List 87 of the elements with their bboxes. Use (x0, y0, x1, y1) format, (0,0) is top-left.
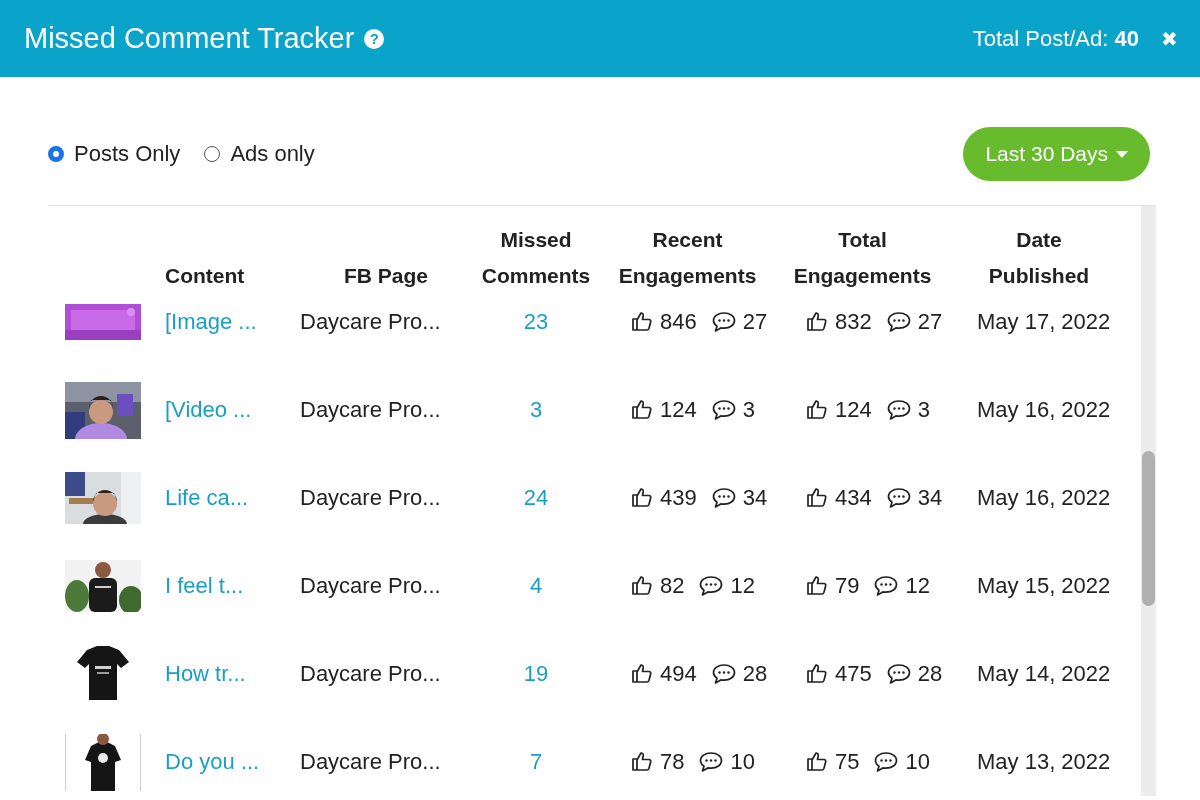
missed-count-link[interactable]: 19 (523, 661, 549, 687)
post-link[interactable]: I feel t... (165, 573, 244, 599)
like-count: 79 (835, 573, 860, 599)
comment-icon (710, 662, 737, 686)
thumbs-up-icon (805, 310, 829, 334)
comment-count: 34 (917, 485, 943, 511)
comment-icon (710, 310, 737, 334)
comment-icon (698, 750, 725, 774)
like-count: 78 (660, 749, 685, 775)
comment-icon (885, 486, 912, 510)
comment-count: 10 (905, 749, 930, 775)
page-name: Daycare Pro... (300, 309, 441, 335)
comment-count: 3 (742, 397, 755, 423)
like-count: 75 (835, 749, 860, 775)
thumbs-up-icon (805, 750, 829, 774)
column-header[interactable]: Content (165, 258, 245, 294)
comment-icon (710, 486, 737, 510)
post-link[interactable]: [Image ... (165, 309, 257, 335)
page-name: Daycare Pro... (300, 397, 441, 423)
column-header[interactable]: Date Published (964, 222, 1114, 294)
thumbs-up-icon (630, 662, 654, 686)
like-count: 475 (835, 661, 872, 687)
comment-count: 12 (905, 573, 930, 599)
missed-count-link[interactable]: 3 (529, 397, 543, 423)
thumbs-up-icon (630, 398, 654, 422)
page-name: Daycare Pro... (300, 749, 441, 775)
publish-date: May 16, 2022 (977, 397, 1111, 423)
post-link[interactable]: Do you ... (165, 749, 260, 775)
publish-date: May 17, 2022 (977, 309, 1111, 335)
like-count: 846 (660, 309, 697, 335)
publish-date: May 14, 2022 (977, 661, 1111, 687)
post-link[interactable]: [Video ... (165, 397, 252, 423)
publish-date: May 13, 2022 (977, 749, 1111, 775)
caret-icon (1116, 150, 1128, 158)
like-count: 494 (660, 661, 697, 687)
page-name: Daycare Pro... (300, 485, 441, 511)
missed-count-link[interactable]: 7 (529, 749, 543, 775)
page-name: Daycare Pro... (300, 661, 441, 687)
thumbs-up-icon (805, 398, 829, 422)
post-link[interactable]: Life ca... (165, 485, 249, 511)
comment-count: 28 (742, 661, 768, 687)
publish-date: May 15, 2022 (977, 573, 1111, 599)
like-count: 434 (835, 485, 872, 511)
thumbs-up-icon (630, 574, 654, 598)
close-icon[interactable]: ✖ (1161, 26, 1178, 51)
comment-count: 34 (742, 485, 768, 511)
like-count: 82 (660, 573, 685, 599)
column-header[interactable]: Missed Comments (472, 222, 600, 294)
comment-count: 27 (917, 309, 943, 335)
comment-icon (873, 574, 900, 598)
window-title: Missed Comment Tracker (24, 22, 355, 55)
post-link[interactable]: How tr... (165, 661, 246, 687)
like-count: 832 (835, 309, 872, 335)
thumbs-up-icon (805, 486, 829, 510)
thumbs-up-icon (630, 310, 654, 334)
comment-count: 10 (730, 749, 755, 775)
comment-count: 3 (917, 397, 930, 423)
column-header[interactable]: FB Page (344, 258, 428, 294)
comment-count: 28 (917, 661, 943, 687)
thumbs-up-icon (630, 486, 654, 510)
comment-icon (885, 662, 912, 686)
missed-count-link[interactable]: 23 (523, 309, 549, 335)
thumbs-up-icon (805, 662, 829, 686)
scrollbar-thumb[interactable] (1142, 451, 1155, 606)
column-header[interactable]: Total Engagements (787, 222, 938, 294)
like-count: 124 (835, 397, 872, 423)
filter-radio[interactable]: Ads only (204, 141, 315, 167)
total-count: Total Post/Ad: 40 (972, 25, 1139, 52)
comment-icon (885, 310, 912, 334)
like-count: 439 (660, 485, 697, 511)
date-range-dropdown[interactable]: Last 30 Days (963, 127, 1150, 181)
like-count: 124 (660, 397, 697, 423)
missed-count-link[interactable]: 24 (523, 485, 549, 511)
comment-icon (698, 574, 725, 598)
thumbs-up-icon (630, 750, 654, 774)
comment-count: 27 (742, 309, 768, 335)
comment-icon (885, 398, 912, 422)
help-icon[interactable]: ? (364, 28, 385, 49)
publish-date: May 16, 2022 (977, 485, 1111, 511)
thumbs-up-icon (805, 574, 829, 598)
comment-count: 12 (730, 573, 755, 599)
filter-radio[interactable]: Posts Only (48, 141, 181, 167)
comment-icon (873, 750, 900, 774)
missed-count-link[interactable]: 4 (529, 573, 543, 599)
comment-icon (710, 398, 737, 422)
column-header[interactable]: Recent Engagements (612, 222, 763, 294)
page-name: Daycare Pro... (300, 573, 441, 599)
